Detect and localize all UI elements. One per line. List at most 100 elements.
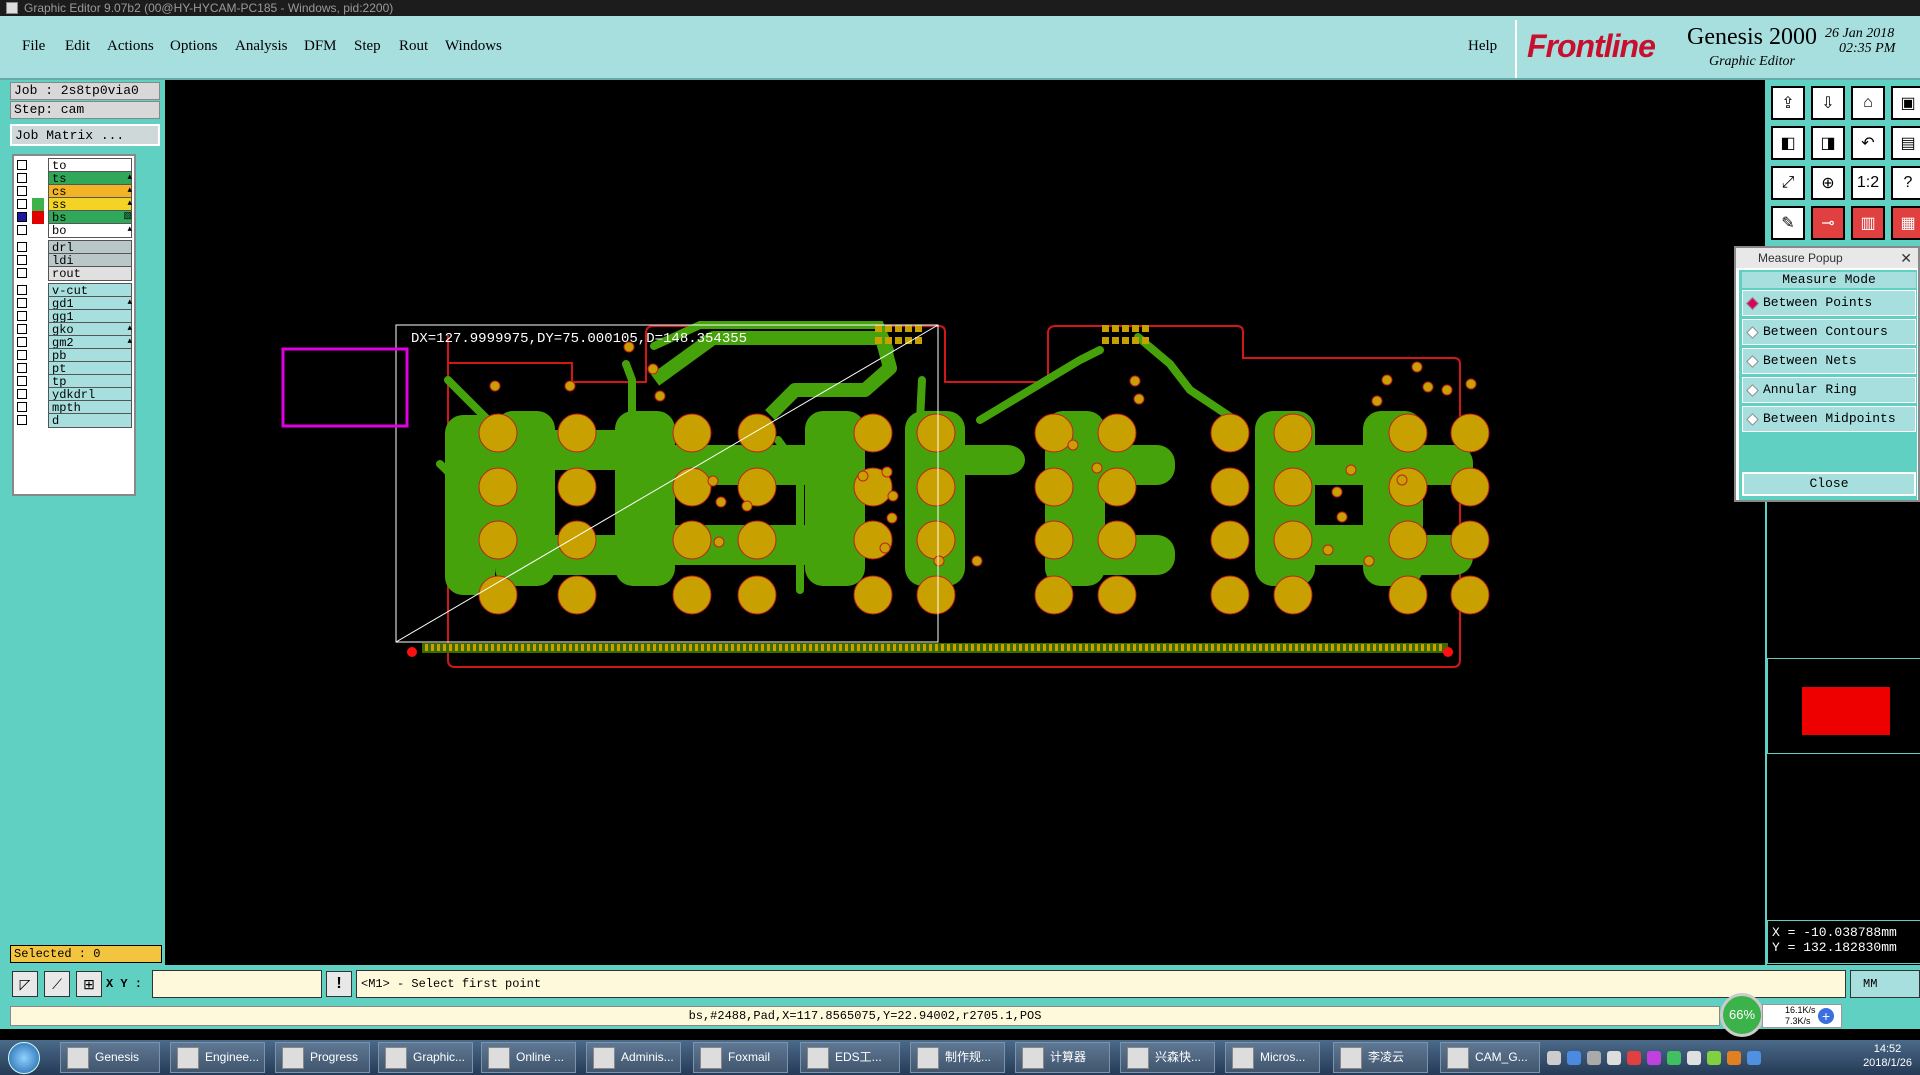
measure-icon[interactable]: ⟋ <box>44 971 70 997</box>
layer-name[interactable]: d <box>48 413 132 428</box>
layer-checkbox[interactable] <box>17 225 27 235</box>
layer-name[interactable]: rout <box>48 266 132 281</box>
option-between-contours[interactable]: Between Contours <box>1742 319 1916 345</box>
layer-checkbox[interactable] <box>17 160 27 170</box>
app-tray-icon[interactable] <box>1727 1051 1741 1065</box>
taskbar-item[interactable]: 制作规... <box>910 1042 1005 1073</box>
zoom-icon[interactable]: ⊕ <box>1811 166 1845 200</box>
unit-button[interactable]: MM <box>1850 970 1920 998</box>
close-icon[interactable]: ✕ <box>1900 248 1912 268</box>
layer-checkbox[interactable] <box>17 298 27 308</box>
left-icon[interactable]: ◧ <box>1771 126 1805 160</box>
menu-analysis[interactable]: Analysis <box>235 38 288 55</box>
import-icon[interactable]: ⇩ <box>1811 86 1845 120</box>
layer-checkbox[interactable] <box>17 212 27 222</box>
menu-help[interactable]: Help <box>1468 38 1497 55</box>
layer-checkbox[interactable] <box>17 324 27 334</box>
rail-pad <box>995 644 998 651</box>
taskbar-item[interactable]: Micros... <box>1225 1042 1320 1073</box>
layer-checkbox[interactable] <box>17 337 27 347</box>
option-between-midpoints[interactable]: Between Midpoints <box>1742 406 1916 432</box>
menu-options[interactable]: Options <box>170 38 218 55</box>
layer-checkbox[interactable] <box>17 389 27 399</box>
taskbar-item[interactable]: CAM_G... <box>1440 1042 1540 1073</box>
option-between-points[interactable]: Between Points <box>1742 290 1916 316</box>
app-tray-icon[interactable] <box>1647 1051 1661 1065</box>
layer-checkbox[interactable] <box>17 363 27 373</box>
taskbar-item[interactable]: 兴森快... <box>1120 1042 1215 1073</box>
grid-icon[interactable]: ⊞ <box>76 971 102 997</box>
right-icon[interactable]: ◨ <box>1811 126 1845 160</box>
plus-icon[interactable]: + <box>1818 1008 1834 1024</box>
layer-checkbox[interactable] <box>17 402 27 412</box>
app-tray-icon[interactable] <box>1707 1051 1721 1065</box>
scale-icon[interactable]: 1:2 <box>1851 166 1885 200</box>
system-tray: 14:52 2018/1/26 <box>1545 1040 1920 1075</box>
layer-name[interactable]: bo <box>48 223 132 238</box>
taskbar-item[interactable]: Adminis... <box>586 1042 681 1073</box>
volume-icon[interactable] <box>1607 1051 1621 1065</box>
job-matrix-button[interactable]: Job Matrix ... <box>10 124 160 146</box>
layer-row[interactable]: rout <box>14 266 134 281</box>
layer-checkbox[interactable] <box>17 268 27 278</box>
menu-step[interactable]: Step <box>354 38 381 55</box>
option-between-nets[interactable]: Between Nets <box>1742 348 1916 374</box>
layer-checkbox[interactable] <box>17 186 27 196</box>
chevron-up-icon[interactable] <box>1587 1051 1601 1065</box>
menu-file[interactable]: File <box>22 38 45 55</box>
layer-checkbox[interactable] <box>17 376 27 386</box>
layer-checkbox[interactable] <box>17 285 27 295</box>
network-icon[interactable] <box>1747 1051 1761 1065</box>
menu-rout[interactable]: Rout <box>399 38 428 55</box>
rail-pad <box>1121 644 1124 651</box>
snap-icon[interactable]: ◸ <box>12 971 38 997</box>
layers-icon[interactable]: ▥ <box>1851 206 1885 240</box>
home-icon[interactable]: ⌂ <box>1851 86 1885 120</box>
menu-edit[interactable]: Edit <box>65 38 90 55</box>
layer-checkbox[interactable] <box>17 415 27 425</box>
taskbar-item[interactable]: Graphic... <box>378 1042 473 1073</box>
help-icon[interactable]: ? <box>1891 166 1920 200</box>
layer-row[interactable]: d <box>14 413 134 428</box>
help-icon[interactable] <box>1567 1051 1581 1065</box>
probe-icon[interactable]: ⊸ <box>1811 206 1845 240</box>
taskbar-item[interactable]: Enginee... <box>170 1042 265 1073</box>
warning-icon[interactable]: ! <box>326 971 352 997</box>
split-icon[interactable]: ▤ <box>1891 126 1920 160</box>
layer-checkbox[interactable] <box>17 350 27 360</box>
minimap[interactable] <box>1767 658 1920 754</box>
fit-icon[interactable]: ⤢ <box>1771 166 1805 200</box>
taskbar-item[interactable]: Progress <box>275 1042 370 1073</box>
export-icon[interactable]: ⇪ <box>1771 86 1805 120</box>
option-annular-ring[interactable]: Annular Ring <box>1742 377 1916 403</box>
shield-icon[interactable] <box>1667 1051 1681 1065</box>
edit-icon[interactable]: ✎ <box>1771 206 1805 240</box>
taskbar-item[interactable]: Foxmail <box>693 1042 788 1073</box>
menu-dfm[interactable]: DFM <box>304 38 337 55</box>
taskbar-item[interactable]: 李凌云 <box>1333 1042 1428 1073</box>
undo-icon[interactable]: ↶ <box>1851 126 1885 160</box>
layer-checkbox[interactable] <box>17 255 27 265</box>
menu-actions[interactable]: Actions <box>107 38 154 55</box>
layer-checkbox[interactable] <box>17 242 27 252</box>
layer-checkbox[interactable] <box>17 199 27 209</box>
taskbar-item[interactable]: Online ... <box>481 1042 576 1073</box>
shield-icon[interactable] <box>1687 1051 1701 1065</box>
menu-windows[interactable]: Windows <box>445 38 502 55</box>
frame-icon[interactable]: ▣ <box>1891 86 1920 120</box>
measure-close-button[interactable]: Close <box>1742 472 1916 496</box>
xy-input[interactable] <box>152 970 322 998</box>
select-icon[interactable]: ▦ <box>1891 206 1920 240</box>
taskbar-item[interactable]: EDS工... <box>800 1042 900 1073</box>
start-button[interactable] <box>8 1042 40 1074</box>
rail-pad <box>743 644 746 651</box>
app-tray-icon[interactable] <box>1627 1051 1641 1065</box>
layer-checkbox[interactable] <box>17 311 27 321</box>
layer-row[interactable]: bo ▴ <box>14 223 134 238</box>
keyboard-icon[interactable] <box>1547 1051 1561 1065</box>
taskbar-item[interactable]: Genesis <box>60 1042 160 1073</box>
taskbar-item[interactable]: 计算器 <box>1015 1042 1110 1073</box>
clock[interactable]: 14:52 2018/1/26 <box>1863 1042 1912 1070</box>
pcb-canvas[interactable]: DX=127.9999975,DY=75.000105,D=148.354355 <box>165 80 1765 965</box>
layer-checkbox[interactable] <box>17 173 27 183</box>
